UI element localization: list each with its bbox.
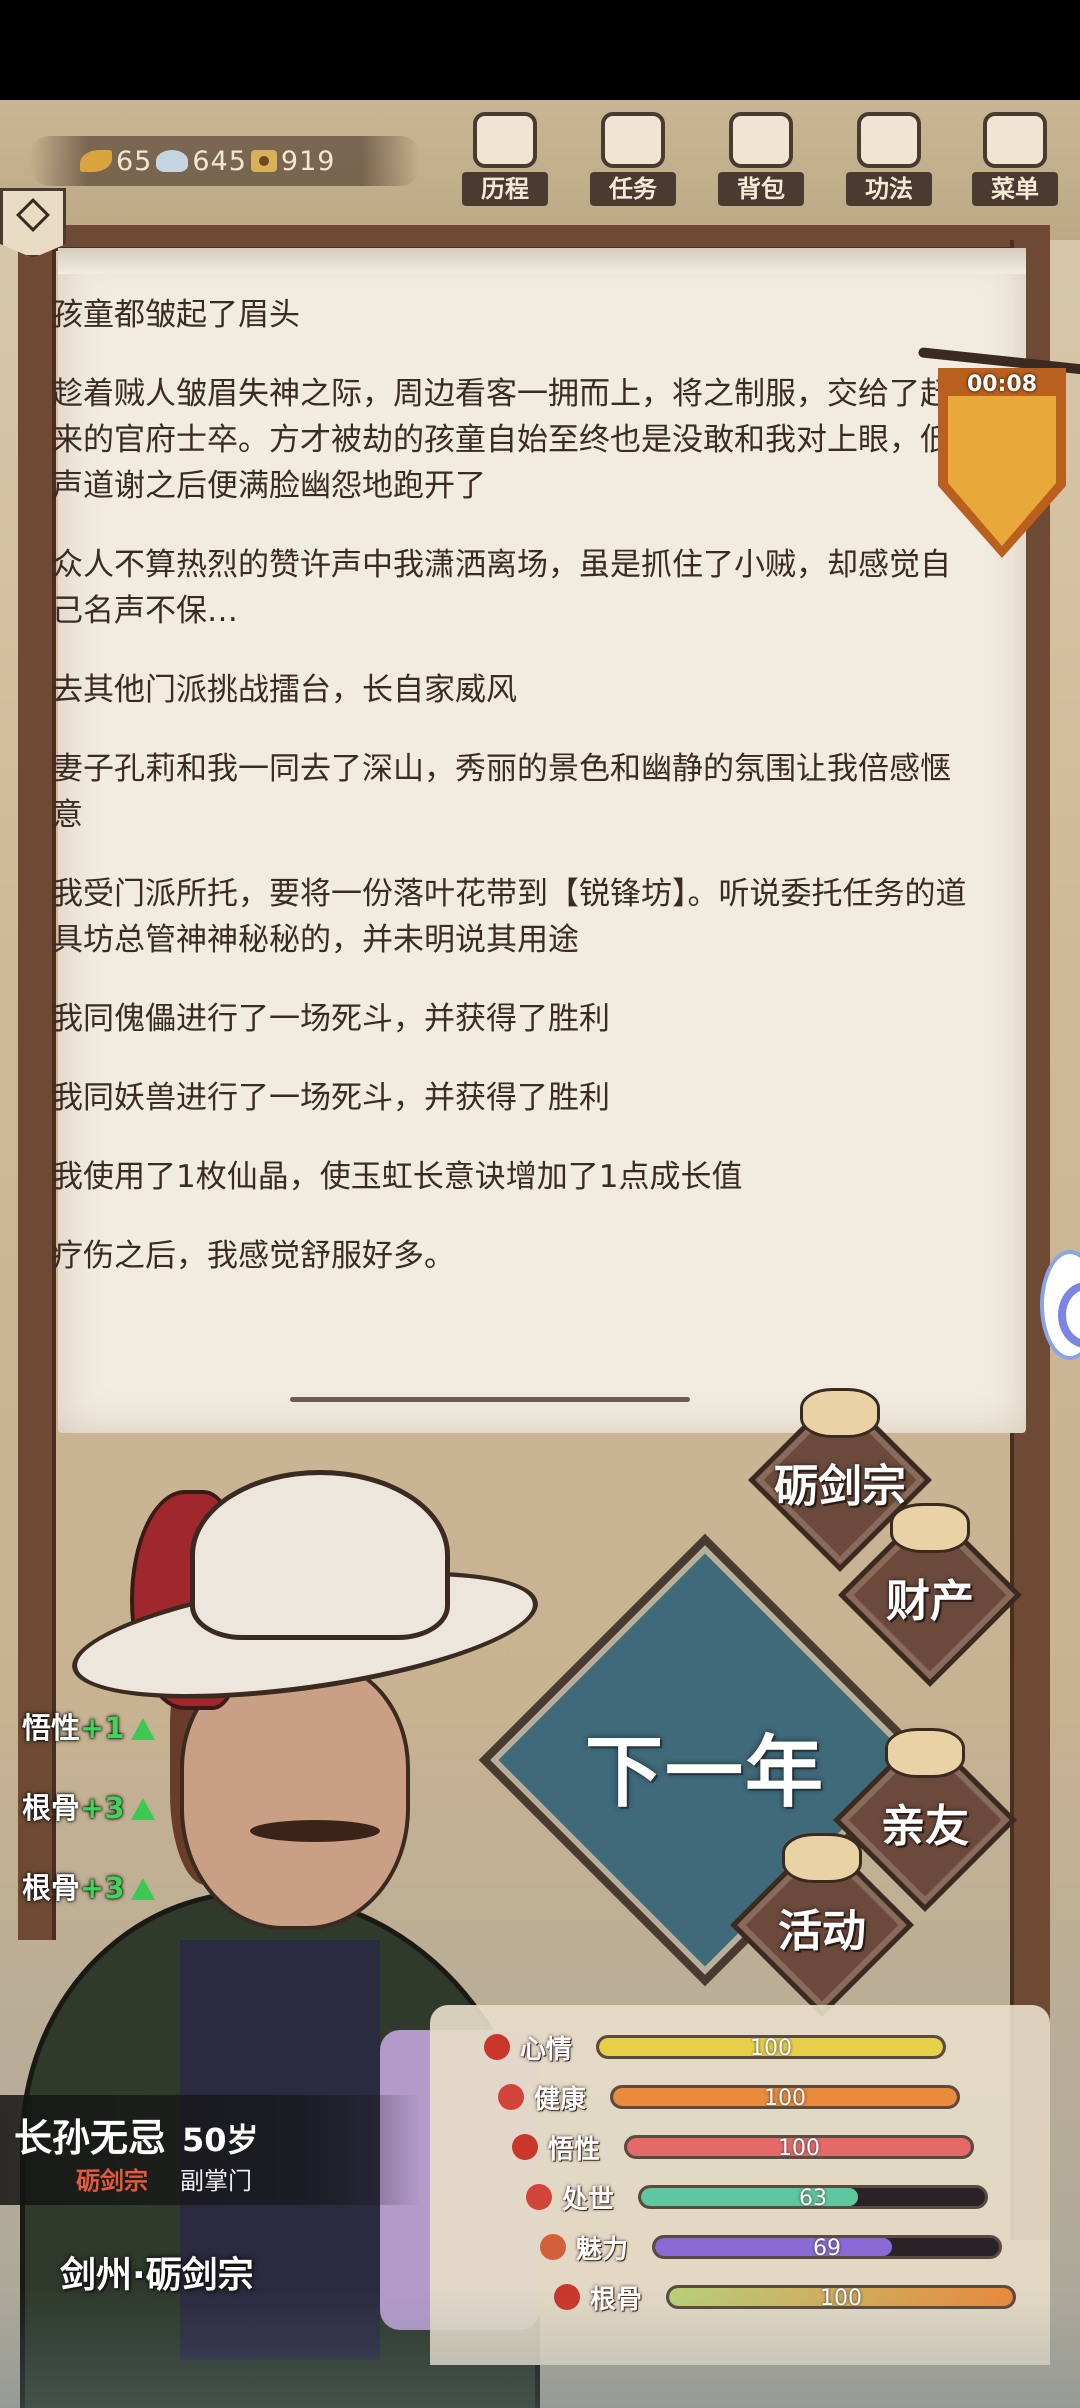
menu-tasks-label: 任务	[590, 172, 676, 206]
currency-leaf: 65	[80, 146, 152, 177]
menu-bag-label: 背包	[718, 172, 804, 206]
currency-cloud-value: 645	[192, 145, 247, 177]
bag-icon	[729, 112, 793, 168]
currency-coin-value: 919	[280, 145, 336, 177]
character-sect: 砺剑宗	[76, 2167, 148, 2195]
stat-row-charm: 魅力 69	[540, 2232, 1002, 2265]
brush-icon	[540, 2234, 566, 2260]
stat-row-health: 健康 100	[498, 2082, 960, 2115]
character-rank: 副掌门	[180, 2167, 252, 2195]
character-name: 长孙无忌 50岁	[14, 2116, 259, 2160]
hat-crown	[190, 1470, 450, 1640]
stat-name: 悟性	[548, 2134, 601, 2165]
game-scene: 65 645 919 历程 任务 背包 功法 菜单 孩童都皱起了眉头 趁着贼人皱…	[0, 100, 1080, 2408]
stat-row-social: 处世 63	[526, 2182, 988, 2215]
cups-icon	[885, 1728, 965, 1778]
log-entry: 趁着贼人皱眉失神之际，周边看客一拥而上，将之制服，交给了赶来的官府士卒。方才被劫…	[52, 376, 951, 504]
buff-item: 根骨+3	[22, 1785, 155, 1825]
menu-bag-button[interactable]: 背包	[716, 112, 806, 212]
book-icon	[857, 112, 921, 168]
activity-label: 活动	[778, 1906, 866, 1957]
currency-leaf-value: 65	[116, 145, 153, 177]
menu-main-button[interactable]: 菜单	[970, 112, 1060, 212]
log-entry: 我受门派所托，要将一份落叶花带到【锐锋坊】。听说委托任务的道具坊总管神神秘秘的，…	[52, 876, 967, 958]
stat-name: 处世	[562, 2184, 615, 2215]
flame-icon	[512, 2134, 538, 2160]
menu-history-button[interactable]: 历程	[460, 112, 550, 212]
menu-history-label: 历程	[462, 172, 548, 206]
menu-main-label: 菜单	[972, 172, 1058, 206]
activity-button[interactable]: 活动	[722, 1825, 922, 2025]
health-bar: 100	[610, 2085, 960, 2109]
menu-skills-button[interactable]: 功法	[844, 112, 934, 212]
character-nameplate[interactable]: 长孙无忌 50岁 砺剑宗 副掌门	[0, 2095, 420, 2205]
chevron-up-icon	[16, 198, 50, 232]
character-mustache	[250, 1820, 380, 1842]
bar-value: 69	[813, 2236, 841, 2259]
flower-icon	[526, 2184, 552, 2210]
character-age: 50岁	[182, 2121, 259, 2159]
arrow-up-icon	[130, 1718, 155, 1740]
social-bar: 63	[638, 2185, 988, 2209]
collapse-tab-button[interactable]	[0, 188, 66, 258]
stat-row-insight: 悟性 100	[512, 2132, 974, 2165]
stat-row-mood: 心情 100	[484, 2032, 946, 2065]
coins-icon	[890, 1503, 970, 1553]
log-entry: 去其他门派挑战擂台，长自家威风	[52, 672, 517, 708]
status-bar	[0, 0, 1080, 100]
log-entry: 我同傀儡进行了一场死斗，并获得了胜利	[52, 1001, 610, 1037]
bar-value: 100	[750, 2036, 792, 2059]
timer-text: 00:08	[966, 372, 1038, 397]
leaf-icon	[80, 150, 112, 172]
currency-bar: 65 645 919	[30, 136, 420, 186]
bar-value: 63	[799, 2186, 827, 2209]
timer-banner[interactable]: 00:08	[917, 347, 1080, 558]
kite-icon	[782, 1833, 862, 1883]
coin-icon	[250, 150, 277, 172]
buff-item: 根骨+3	[22, 1865, 155, 1905]
assets-button[interactable]: 财产	[830, 1495, 1030, 1695]
insight-bar: 100	[624, 2135, 974, 2159]
mood-icon	[484, 2034, 510, 2060]
arrow-up-icon	[130, 1798, 155, 1820]
mountain-backdrop	[0, 2290, 1080, 2408]
buff-list: 悟性+1 根骨+3 根骨+3	[22, 1705, 155, 1945]
arrow-up-icon	[130, 1878, 155, 1900]
charm-bar: 69	[652, 2235, 1002, 2259]
log-entry: 疗伤之后，我感觉舒服好多。	[52, 1238, 455, 1274]
log-entry: 我使用了1枚仙晶，使玉虹长意诀增加了1点成长值	[52, 1159, 743, 1195]
mood-bar: 100	[596, 2035, 946, 2059]
assets-label: 财产	[886, 1576, 974, 1627]
currency-coin: 919	[250, 145, 336, 177]
log-entry: 众人不算热烈的赞许声中我潇洒离场，虽是抓住了小贼，却感觉自己名声不保…	[52, 547, 951, 629]
cloud-icon	[156, 150, 189, 172]
stat-name: 魅力	[576, 2234, 629, 2265]
event-log: 孩童都皱起了眉头 趁着贼人皱眉失神之际，周边看客一拥而上，将之制服，交给了赶来的…	[52, 292, 972, 1312]
currency-cloud: 645	[156, 146, 247, 177]
log-entry: 我同妖兽进行了一场死斗，并获得了胜利	[52, 1080, 610, 1116]
scroll-icon	[601, 112, 665, 168]
log-entry: 孩童都皱起了眉头	[52, 297, 300, 333]
menu-tasks-button[interactable]: 任务	[588, 112, 678, 212]
bar-value: 100	[778, 2136, 820, 2159]
pavilion-icon	[800, 1388, 880, 1438]
stat-name: 心情	[520, 2034, 573, 2065]
stat-name: 健康	[534, 2084, 587, 2115]
next-year-label: 下一年	[584, 1728, 825, 1818]
scroll-indicator	[290, 1397, 690, 1402]
menu-skills-label: 功法	[846, 172, 932, 206]
log-entry: 妻子孔莉和我一同去了深山，秀丽的景色和幽静的氛围让我倍感惬意	[52, 751, 951, 833]
fan-icon	[983, 112, 1047, 168]
gourd-icon	[473, 112, 537, 168]
bar-value: 100	[764, 2086, 806, 2109]
banner-inner	[948, 396, 1056, 546]
heart-icon	[498, 2084, 524, 2110]
buff-item: 悟性+1	[22, 1705, 155, 1745]
